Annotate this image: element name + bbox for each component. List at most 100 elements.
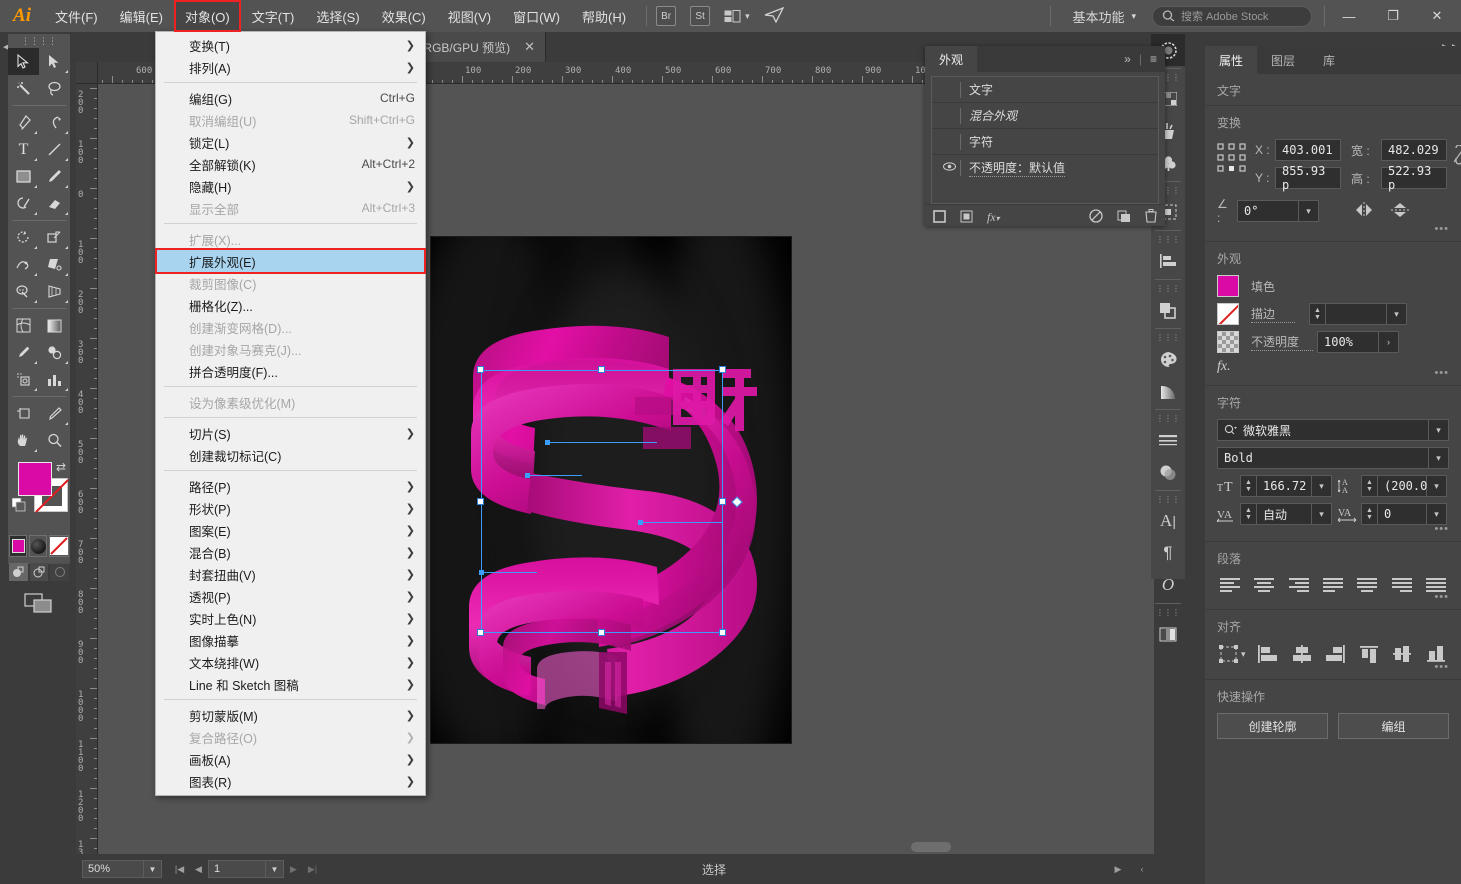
x-field[interactable]: 403.001 [1275, 139, 1341, 161]
column-graph-tool[interactable] [39, 366, 70, 393]
none-swatch-button[interactable] [49, 535, 69, 557]
menu-4[interactable]: 选择(S) [305, 0, 370, 32]
horizontal-scrollbar[interactable] [626, 840, 1140, 854]
rectangle-tool[interactable] [8, 163, 39, 190]
appearance-row-label[interactable]: 不透明度：默认值 [969, 159, 1066, 177]
tab-appearance[interactable]: 外观 [925, 46, 978, 72]
selection-bounding-box[interactable] [477, 366, 743, 636]
menu-5[interactable]: 效果(C) [371, 0, 437, 32]
status-menu-icon[interactable]: ‹ [1130, 858, 1154, 880]
selection-handle-mr[interactable] [719, 498, 726, 505]
color-panel-icon[interactable] [1151, 343, 1185, 375]
delete-item-icon[interactable] [1145, 209, 1157, 226]
stock-button[interactable]: St [690, 6, 711, 26]
y-field[interactable]: 855.93 p [1275, 164, 1341, 192]
arrange-documents-button[interactable]: ▾ [724, 9, 750, 23]
selection-handle-tl[interactable] [477, 366, 484, 373]
leading-field[interactable]: (200.06 [1377, 475, 1435, 497]
free-transform-tool[interactable] [39, 251, 70, 278]
menu-item-剪切蒙版M[interactable]: 剪切蒙版(M) ❯ [156, 704, 425, 726]
line-segment-tool[interactable] [39, 136, 70, 163]
curvature-tool[interactable] [39, 109, 70, 136]
first-artboard-button[interactable]: |◀ [170, 858, 189, 880]
artboard-tool[interactable] [8, 400, 39, 427]
align-right-icon[interactable] [1288, 577, 1310, 593]
artboard-dropdown-icon[interactable]: ▼ [266, 860, 284, 878]
opacity-swatch[interactable] [1217, 331, 1239, 353]
next-artboard-button[interactable]: ▶ [284, 858, 303, 880]
menu-item-图表R[interactable]: 图表(R) ❯ [156, 770, 425, 792]
collapse-icon[interactable]: » [1124, 52, 1131, 66]
zoom-tool[interactable] [39, 427, 70, 454]
menu-item-编组G[interactable]: 编组(G) Ctrl+G [156, 87, 425, 109]
kerning-field[interactable]: 自动 [1256, 503, 1312, 525]
blend-tool[interactable] [39, 339, 70, 366]
stroke-panel-icon[interactable] [1151, 424, 1185, 456]
leading-stepper[interactable]: ▲ ▼ [1361, 475, 1377, 497]
stock-search-input[interactable]: 搜索 Adobe Stock [1152, 5, 1312, 27]
perspective-grid-tool[interactable] [39, 278, 70, 305]
menu-item-栅格化Z[interactable]: 栅格化(Z)... [156, 294, 425, 316]
appearance-panel[interactable]: 外观 » | ≡ 文字 混合外观 字符 不透明度：默认值 fx▾ [925, 46, 1165, 226]
swap-fill-stroke-icon[interactable]: ⇄ [56, 460, 66, 474]
eye-icon[interactable] [940, 162, 958, 174]
rail-grip-5[interactable]: ⋮⋮⋮ [1151, 331, 1185, 343]
menu-item-透视P[interactable]: 透视(P) ❯ [156, 585, 425, 607]
menu-item-图像描摹[interactable]: 图像描摹 ❯ [156, 629, 425, 651]
kerning-dropdown-icon[interactable]: ▾ [1312, 503, 1332, 525]
leading-dropdown-icon[interactable]: ▾ [1427, 475, 1447, 497]
duplicate-item-icon[interactable] [1117, 209, 1131, 226]
font-style-dropdown-icon[interactable]: ▾ [1429, 447, 1449, 469]
justify-last-center-icon[interactable] [1356, 577, 1378, 593]
align-left-edges-icon[interactable] [1257, 645, 1279, 663]
menu-item-封套扭曲V[interactable]: 封套扭曲(V) ❯ [156, 563, 425, 585]
align-top-edges-icon[interactable] [1358, 645, 1380, 663]
color-swatch-button[interactable] [9, 535, 27, 557]
tab-properties[interactable]: 属性 [1205, 46, 1258, 74]
font-size-dropdown-icon[interactable]: ▾ [1312, 475, 1332, 497]
menu-item-变换T[interactable]: 变换(T) ❯ [156, 34, 425, 56]
document-tab-close-icon[interactable]: ✕ [524, 39, 535, 55]
fill-color-swatch[interactable] [1217, 275, 1239, 297]
align-right-edges-icon[interactable] [1324, 645, 1346, 663]
stroke-dropdown-icon[interactable]: ▾ [1387, 303, 1407, 325]
lasso-tool[interactable] [39, 75, 70, 102]
reference-point-selector[interactable] [1217, 139, 1247, 176]
justify-last-left-icon[interactable] [1322, 577, 1344, 593]
align-center-icon[interactable] [1253, 577, 1275, 593]
font-size-field[interactable]: 166.72 [1256, 475, 1312, 497]
anchor-point[interactable] [545, 440, 550, 445]
paintbrush-tool[interactable] [39, 163, 70, 190]
selection-handle-bc[interactable] [598, 629, 605, 636]
width-field[interactable]: 482.029 [1381, 139, 1447, 161]
tab-libraries[interactable]: 库 [1309, 46, 1349, 74]
flip-horizontal-button[interactable] [1353, 201, 1375, 222]
paragraph-more-options[interactable]: ••• [1434, 591, 1449, 603]
pathfinder-icon[interactable] [1151, 294, 1185, 326]
menu-item-排列A[interactable]: 排列(A) ❯ [156, 56, 425, 78]
panel-menu-icon[interactable]: ≡ [1150, 52, 1157, 66]
appearance-row[interactable]: 混合外观 [932, 103, 1158, 129]
zoom-level-field[interactable]: 50% [82, 860, 144, 878]
selection-handle-tc[interactable] [598, 366, 605, 373]
angle-field[interactable]: 0° [1237, 200, 1299, 222]
shaper-tool[interactable] [8, 190, 39, 217]
menu-item-混合B[interactable]: 混合(B) ❯ [156, 541, 425, 563]
align-panel-icon[interactable] [1151, 245, 1185, 277]
anchor-point[interactable] [638, 520, 643, 525]
menu-0[interactable]: 文件(F) [44, 0, 109, 32]
workspace-switcher[interactable]: 基本功能 ▾ [1060, 7, 1148, 26]
align-horizontal-center-icon[interactable] [1291, 645, 1313, 663]
artboard-number-field[interactable]: 1 [208, 860, 266, 878]
font-family-field[interactable]: 微软雅黑 [1243, 422, 1291, 439]
clear-appearance-icon[interactable] [1089, 209, 1103, 226]
menu-1[interactable]: 编辑(E) [109, 0, 174, 32]
selection-handle-tr[interactable] [719, 366, 726, 373]
width-tool[interactable] [8, 251, 39, 278]
anchor-point[interactable] [525, 473, 530, 478]
menu-item-形状P[interactable]: 形状(P) ❯ [156, 497, 425, 519]
rail-grip-4[interactable]: ⋮⋮⋮ [1151, 282, 1185, 294]
maximize-button[interactable]: ❐ [1371, 1, 1415, 31]
menu-item-路径P[interactable]: 路径(P) ❯ [156, 475, 425, 497]
stroke-label[interactable]: 描边 [1251, 305, 1295, 323]
